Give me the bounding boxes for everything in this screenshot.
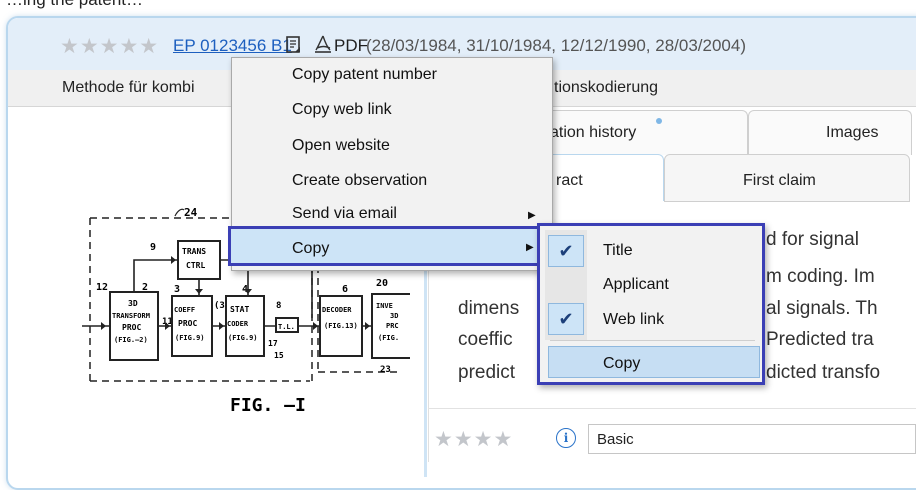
abstract-line: d for signal — [766, 229, 859, 250]
tab-first-claim-label: First claim — [743, 172, 816, 189]
figure-inv-3d-label: 3D — [390, 312, 398, 320]
menu-create-observation[interactable]: Create observation — [292, 172, 427, 190]
submenu-copy-label: Copy — [603, 355, 641, 372]
info-icon[interactable]: i — [556, 428, 576, 448]
figure-ctrl-label: CTRL — [186, 261, 205, 270]
document-icon[interactable] — [286, 36, 302, 54]
figure-trans-label: TRANS — [182, 247, 206, 256]
notification-dot — [656, 118, 662, 124]
figure-label-20: 20 — [376, 278, 388, 289]
priority-select[interactable]: Basic — [588, 424, 916, 454]
tab-observation-history-label: ation history — [550, 124, 637, 141]
abstract-line: predict — [458, 362, 516, 383]
abstract-line: dimens — [458, 298, 520, 319]
figure-caption: FIG. —I — [230, 395, 306, 416]
menu-open-website[interactable]: Open website — [292, 137, 390, 155]
abstract-line: m coding. Im — [766, 266, 875, 287]
menu-send-via-email[interactable]: Send via email — [292, 205, 397, 223]
figure-label-24: 24 — [184, 206, 198, 219]
tab-abstract-label: ract — [556, 172, 583, 189]
pdf-icon[interactable] — [314, 34, 332, 54]
submenu-item-title[interactable]: Title — [603, 242, 633, 260]
submenu-copy-button[interactable] — [548, 346, 760, 378]
patent-title-end: tionskodierung — [554, 79, 659, 96]
figure-label-6: 6 — [342, 284, 348, 295]
check-icon: ✔ — [548, 303, 584, 335]
figure-label-23: 23 — [380, 365, 391, 375]
figure-coeff-label: COEFF — [174, 306, 195, 314]
figure-coder-label: CODER — [227, 320, 249, 328]
submenu-separator — [550, 340, 755, 341]
figure-inv-proc-label: PRC — [386, 322, 399, 330]
figure-label-9: 9 — [150, 242, 156, 253]
figure-fig13-label: (FIG.13) — [324, 322, 358, 330]
figure-transform-label: TRANSFORM — [112, 312, 150, 320]
figure-stat-label: STAT — [230, 305, 249, 314]
figure-fig9b-label: (FIG.9) — [228, 334, 258, 342]
figure-label-17: 17 — [268, 339, 278, 348]
bottom-divider — [428, 408, 916, 409]
abstract-line: al signals. Th — [766, 298, 878, 319]
submenu-item-web-link[interactable]: Web link — [603, 311, 664, 329]
patent-dates: (28/03/1984, 31/10/1984, 12/12/1990, 28/… — [366, 36, 746, 55]
figure-inv-fig-label: (FIG. — [378, 334, 399, 342]
submenu-arrow-icon: ▶ — [528, 210, 536, 221]
pdf-link[interactable]: PDF — [334, 36, 368, 56]
menu-copy[interactable] — [228, 226, 544, 266]
rating-stars[interactable]: ★★★★★ — [60, 34, 159, 59]
patent-title-start: Methode für kombi — [62, 79, 195, 96]
menu-copy-patent-number[interactable]: Copy patent number — [292, 66, 437, 84]
figure-fig2-label: (FIG.—2) — [114, 336, 148, 344]
submenu-arrow-icon: ▶ — [526, 242, 534, 253]
figure-tl-label: T.L. — [278, 323, 295, 331]
menu-copy-label: Copy — [292, 240, 330, 257]
patent-number-link[interactable]: EP 0123456 B1 — [173, 36, 292, 56]
figure-label-2: 2 — [142, 282, 148, 293]
check-icon: ✔ — [548, 235, 584, 267]
page-caption-text: …ing the patent… — [6, 0, 143, 10]
bottom-rating-stars[interactable]: ★★★★ — [434, 427, 513, 452]
menu-copy-web-link[interactable]: Copy web link — [292, 101, 392, 119]
figure-label-8: 8 — [276, 301, 281, 311]
abstract-line: coeffic — [458, 329, 513, 350]
figure-decoder-label: DECODER — [322, 306, 352, 314]
figure-fig9a-label: (FIG.9) — [175, 334, 205, 342]
figure-label-12: 12 — [96, 282, 108, 293]
abstract-line: dicted transfo — [766, 362, 881, 383]
figure-coeff-proc-label: PROC — [178, 319, 197, 328]
abstract-line: Predicted tra — [766, 329, 874, 350]
figure-label-3: 3 — [174, 284, 180, 295]
figure-label-5: (3 — [214, 301, 225, 311]
figure-inv-label: INVE — [376, 302, 393, 310]
figure-label-15: 15 — [274, 351, 284, 360]
submenu-item-applicant[interactable]: Applicant — [603, 276, 669, 294]
tab-images-label: Images — [826, 124, 879, 141]
figure-3d-label: 3D — [128, 299, 138, 308]
figure-proc-label: PROC — [122, 323, 141, 332]
